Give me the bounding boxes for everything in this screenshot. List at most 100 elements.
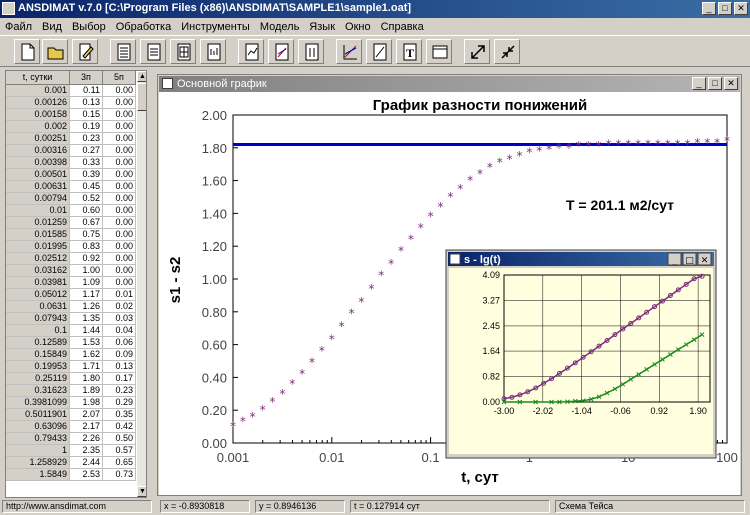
row-header-cell[interactable]: 0.01995 xyxy=(6,241,70,253)
table-cell[interactable]: 0.00 xyxy=(103,85,136,97)
document-button[interactable] xyxy=(238,39,264,64)
table-cell[interactable]: 0.00 xyxy=(103,205,136,217)
expand-button[interactable] xyxy=(464,39,490,64)
graph-close-button[interactable]: ✕ xyxy=(724,77,738,90)
table-cell[interactable]: 0.52 xyxy=(70,193,103,205)
table-cell[interactable]: 0.00 xyxy=(103,157,136,169)
row-header-cell[interactable]: 0.07943 xyxy=(6,313,70,325)
table-row[interactable]: 0.00631 0.45 0.00 xyxy=(6,181,136,193)
table-cell[interactable]: 0.00 xyxy=(103,193,136,205)
menu-language[interactable]: Язык xyxy=(304,21,340,33)
table-cell[interactable]: 0.00 xyxy=(103,241,136,253)
table-row[interactable]: 1.258929 2.44 0.65 xyxy=(6,457,136,469)
table-cell[interactable]: 0.29 xyxy=(103,397,136,409)
row-header-cell[interactable]: 0.01259 xyxy=(6,217,70,229)
row-header-cell[interactable]: 0.00794 xyxy=(6,193,70,205)
menu-tools[interactable]: Инструменты xyxy=(176,21,255,33)
table-cell[interactable]: 1.26 xyxy=(70,301,103,313)
table-row[interactable]: 0.25119 1.80 0.17 xyxy=(6,373,136,385)
table-cell[interactable]: 1.71 xyxy=(70,361,103,373)
table-cell[interactable]: 0.83 xyxy=(70,241,103,253)
table-cell[interactable]: 1.09 xyxy=(70,277,103,289)
row-header-cell[interactable]: 0.25119 xyxy=(6,373,70,385)
table-cell[interactable]: 0.75 xyxy=(70,229,103,241)
menu-processing[interactable]: Обработка xyxy=(111,21,176,33)
row-header-cell[interactable]: 0.00631 xyxy=(6,181,70,193)
row-header-cell[interactable]: 0.00316 xyxy=(6,145,70,157)
table-cell[interactable]: 2.17 xyxy=(70,421,103,433)
table-cell[interactable]: 0.33 xyxy=(70,157,103,169)
table-row[interactable]: 0.15849 1.62 0.09 xyxy=(6,349,136,361)
new-file-button[interactable] xyxy=(14,39,40,64)
column-header-time[interactable]: t, сутки xyxy=(6,71,70,85)
sheet-button[interactable] xyxy=(170,39,196,64)
maximize-button[interactable]: □ xyxy=(718,2,732,15)
menu-view[interactable]: Вид xyxy=(37,21,67,33)
row-header-cell[interactable]: 0.3981099 xyxy=(6,397,70,409)
table-cell[interactable]: 1.80 xyxy=(70,373,103,385)
menu-file[interactable]: Файл xyxy=(0,21,37,33)
line-tool-button[interactable] xyxy=(366,39,392,64)
row-header-cell[interactable]: 0.01 xyxy=(6,205,70,217)
table-cell[interactable]: 0.00 xyxy=(103,145,136,157)
table-row[interactable]: 0.0631 1.26 0.02 xyxy=(6,301,136,313)
row-header-cell[interactable]: 0.15849 xyxy=(6,349,70,361)
table-cell[interactable]: 0.23 xyxy=(70,133,103,145)
table-row[interactable]: 0.3981099 1.98 0.29 xyxy=(6,397,136,409)
row-header-cell[interactable]: 0.79433 xyxy=(6,433,70,445)
row-header-cell[interactable]: 0.03981 xyxy=(6,277,70,289)
table-cell[interactable]: 1.89 xyxy=(70,385,103,397)
table-cell[interactable]: 0.00 xyxy=(103,97,136,109)
table-row[interactable]: 0.31623 1.89 0.23 xyxy=(6,385,136,397)
row-header-cell[interactable]: 1.5849 xyxy=(6,469,70,481)
table-cell[interactable]: 0.73 xyxy=(103,469,136,481)
table-cell[interactable]: 0.60 xyxy=(70,205,103,217)
table-row[interactable]: 0.63096 2.17 0.42 xyxy=(6,421,136,433)
table-button[interactable] xyxy=(110,39,136,64)
column-header-5p[interactable]: 5п xyxy=(103,71,136,85)
table-cell[interactable]: 0.06 xyxy=(103,337,136,349)
table-cell[interactable]: 0.03 xyxy=(103,313,136,325)
table-cell[interactable]: 0.23 xyxy=(103,385,136,397)
open-button[interactable] xyxy=(42,39,68,64)
table-row[interactable]: 0.00158 0.15 0.00 xyxy=(6,109,136,121)
row-header-cell[interactable]: 0.0631 xyxy=(6,301,70,313)
table-cell[interactable]: 0.04 xyxy=(103,325,136,337)
table-row[interactable]: 0.01 0.60 0.00 xyxy=(6,205,136,217)
table-cell[interactable]: 0.42 xyxy=(103,421,136,433)
table-cell[interactable]: 0.00 xyxy=(103,229,136,241)
menu-window[interactable]: Окно xyxy=(340,21,376,33)
table-cell[interactable]: 1.35 xyxy=(70,313,103,325)
row-header-cell[interactable]: 0.00158 xyxy=(6,109,70,121)
table-cell[interactable]: 0.19 xyxy=(70,121,103,133)
table-cell[interactable]: 1.98 xyxy=(70,397,103,409)
minimize-button[interactable]: _ xyxy=(702,2,716,15)
page-button[interactable] xyxy=(140,39,166,64)
row-header-cell[interactable]: 0.12589 xyxy=(6,337,70,349)
table-row[interactable]: 0.12589 1.53 0.06 xyxy=(6,337,136,349)
table-cell[interactable]: 0.15 xyxy=(70,109,103,121)
table-cell[interactable]: 2.53 xyxy=(70,469,103,481)
print-preview-button[interactable] xyxy=(200,39,226,64)
shrink-button[interactable] xyxy=(494,39,520,64)
table-cell[interactable]: 0.02 xyxy=(103,301,136,313)
table-row[interactable]: 0.01585 0.75 0.00 xyxy=(6,229,136,241)
table-cell[interactable]: 0.00 xyxy=(103,181,136,193)
columns-button[interactable] xyxy=(298,39,324,64)
table-row[interactable]: 0.00501 0.39 0.00 xyxy=(6,169,136,181)
table-row[interactable]: 0.02512 0.92 0.00 xyxy=(6,253,136,265)
table-cell[interactable]: 0.13 xyxy=(70,97,103,109)
row-header-cell[interactable]: 0.00251 xyxy=(6,133,70,145)
table-row[interactable]: 0.03981 1.09 0.00 xyxy=(6,277,136,289)
menu-select[interactable]: Выбор xyxy=(67,21,111,33)
table-row[interactable]: 0.00316 0.27 0.00 xyxy=(6,145,136,157)
table-row[interactable]: 0.05012 1.17 0.01 xyxy=(6,289,136,301)
scroll-thumb[interactable] xyxy=(137,83,146,111)
graph-maximize-button[interactable]: □ xyxy=(708,77,722,90)
table-cell[interactable]: 0.00 xyxy=(103,265,136,277)
table-cell[interactable]: 0.57 xyxy=(103,445,136,457)
table-cell[interactable]: 0.11 xyxy=(70,85,103,97)
menu-help[interactable]: Справка xyxy=(376,21,429,33)
row-header-cell[interactable]: 0.03162 xyxy=(6,265,70,277)
row-header-cell[interactable]: 0.19953 xyxy=(6,361,70,373)
